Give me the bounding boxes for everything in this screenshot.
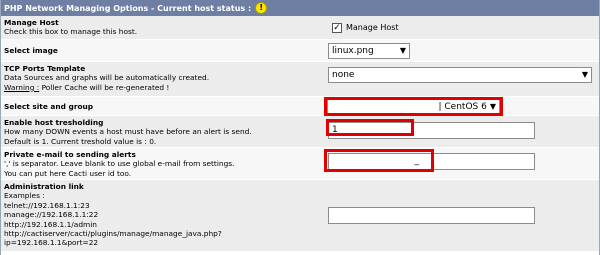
admin-link-example-3: http://192.168.1.1/admin [4,219,97,229]
threshold-title: Enable host tresholding [4,118,104,127]
threshold-description-1: How many DOWN events a host must have be… [4,127,252,137]
tcp-ports-title: TCP Ports Template [4,64,86,73]
warning-icon: ! [255,2,268,14]
admin-link-example-0: Examples : [4,191,45,201]
row-admin-link: Administration link Examples : telnet://… [1,180,599,252]
email-title: Private e-mail to sending alerts [4,150,136,159]
image-select[interactable]: linux.png ▼ [328,43,410,59]
manage-host-checkbox[interactable]: ✓ [332,23,342,33]
row-select-image: Select image linux.png ▼ [1,40,599,62]
row-threshold: Enable host tresholding How many DOWN ev… [1,116,599,148]
chevron-down-icon: ▼ [399,46,406,55]
admin-link-example-5: ip=192.168.1.1&port=22 [4,238,99,248]
admin-link-input[interactable] [328,207,535,224]
manage-host-checkbox-label[interactable]: Manage Host [346,23,399,32]
admin-link-example-2: manage://192.168.1.1:22 [4,210,99,220]
site-group-title: Select site and group [4,102,94,111]
tcp-ports-warning: Warning : Poller Cache will be re-genera… [4,82,170,92]
highlight-box-email [324,149,434,172]
image-select-value: linux.png [332,46,374,56]
tcp-ports-select[interactable]: none ▼ [328,67,592,83]
email-description-2: You can put here Cacti user id too. [4,168,132,178]
manage-host-title: Manage Host [4,18,59,27]
admin-link-title: Administration link [4,182,84,191]
manage-host-description: Check this box to manage this host. [4,27,138,37]
panel-header: PHP Network Managing Options - Current h… [1,0,599,16]
highlight-box-site-group [324,97,503,116]
host-options-panel: PHP Network Managing Options - Current h… [0,0,600,255]
tcp-ports-description: Data Sources and graphs will be automati… [4,73,210,83]
chevron-down-icon: ▼ [581,70,588,79]
highlight-box-threshold [326,119,414,136]
row-tcp-ports: TCP Ports Template Data Sources and grap… [1,62,599,97]
row-site-group: Select site and group | CentOS 6 ▼ [1,97,599,116]
threshold-description-2: Default is 1. Current treshold value is … [4,136,157,146]
admin-link-example-1: telnet://192.168.1.1:23 [4,200,90,210]
panel-title: PHP Network Managing Options - Current h… [4,3,252,13]
select-image-title: Select image [4,46,58,55]
admin-link-example-4: http://cactiserver/cacti/plugins/manage/… [4,229,222,239]
row-manage-host: Manage Host Check this box to manage thi… [1,16,599,40]
email-description-1: ',' is separator. Leave blank to use glo… [4,159,235,169]
tcp-ports-select-value: none [332,70,355,80]
row-email: Private e-mail to sending alerts ',' is … [1,148,599,180]
